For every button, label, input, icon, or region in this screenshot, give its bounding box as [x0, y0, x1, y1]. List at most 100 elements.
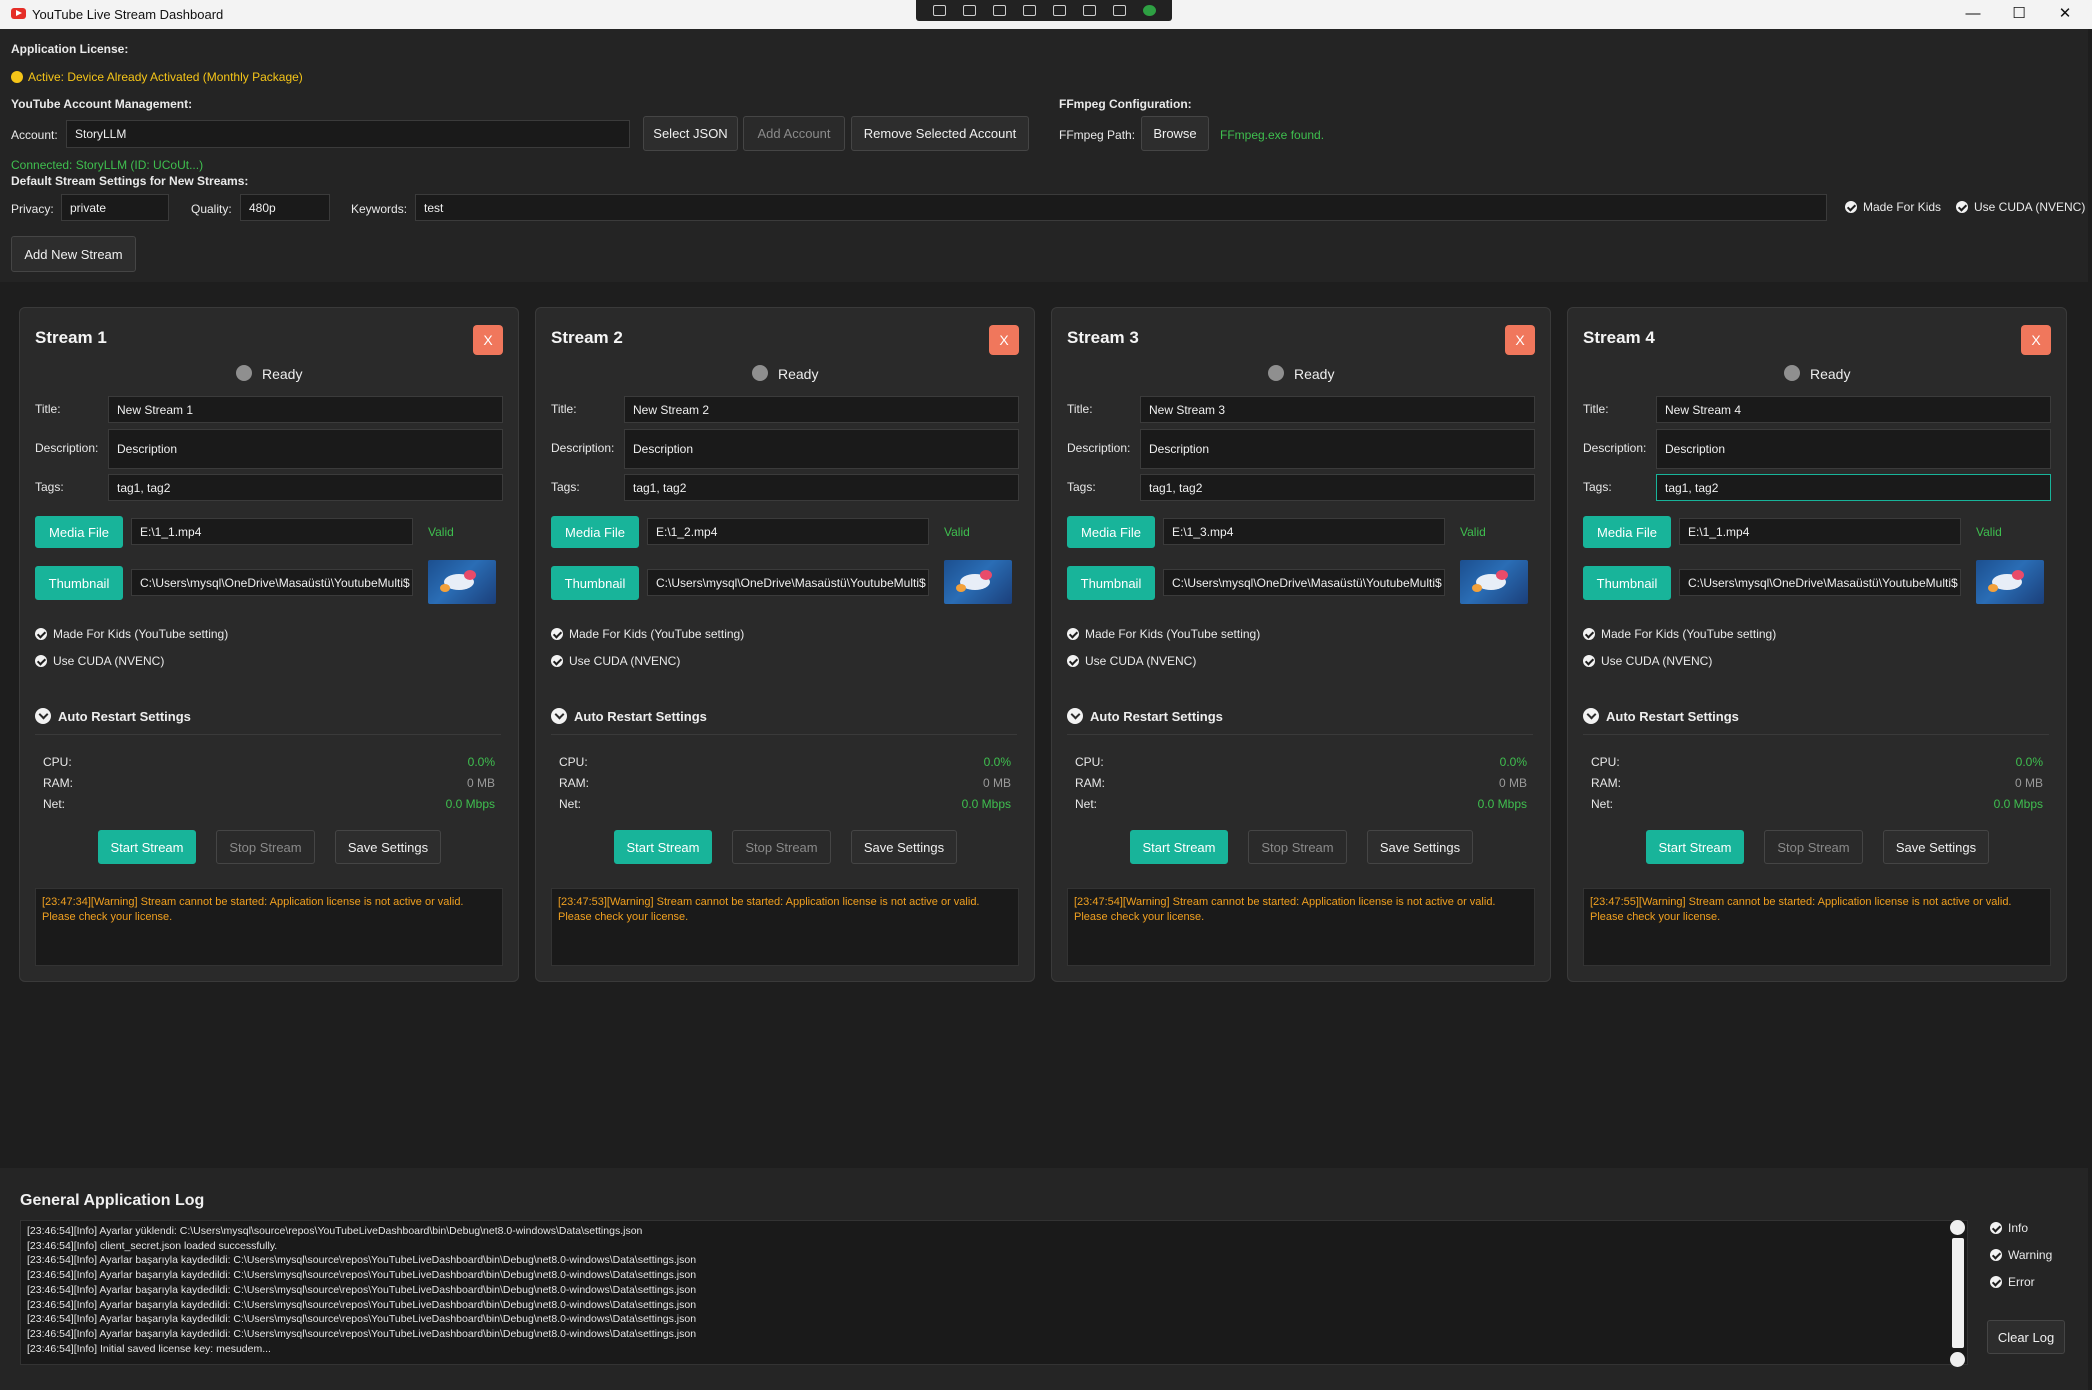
made-for-kids-checkbox[interactable]: Made For Kids (YouTube setting) [1583, 627, 1776, 641]
stream-title-input[interactable]: New Stream 3 [1140, 396, 1535, 423]
start-stream-button[interactable]: Start Stream [1646, 830, 1744, 864]
screen-capture-toolbar[interactable] [916, 0, 1172, 21]
stream-title-input[interactable]: New Stream 2 [624, 396, 1019, 423]
stream-log: [23:47:55][Warning] Stream cannot be sta… [1583, 888, 2051, 966]
log-filter-info-checkbox[interactable]: Info [1990, 1221, 2028, 1235]
ffmpeg-browse-button[interactable]: Browse [1141, 116, 1209, 151]
made-for-kids-checkbox[interactable]: Made For Kids (YouTube setting) [1067, 627, 1260, 641]
log-filter-error-checkbox[interactable]: Error [1990, 1275, 2035, 1289]
capture-settings-icon[interactable] [1082, 5, 1096, 16]
default-use-cuda-checkbox[interactable]: Use CUDA (NVENC) [1956, 200, 2085, 214]
net-label: Net: [559, 797, 582, 811]
media-file-path[interactable]: E:\1_1.mp4 [131, 518, 413, 545]
capture-pointer-icon[interactable] [992, 5, 1006, 16]
stream-status: Ready [1294, 366, 1335, 382]
clear-log-button[interactable]: Clear Log [1987, 1320, 2065, 1354]
save-settings-button[interactable]: Save Settings [851, 830, 957, 864]
ram-value: 0 MB [2014, 776, 2043, 790]
start-stream-button[interactable]: Start Stream [98, 830, 196, 864]
select-json-button[interactable]: Select JSON [643, 116, 738, 151]
save-settings-button[interactable]: Save Settings [335, 830, 441, 864]
stop-stream-button[interactable]: Stop Stream [732, 830, 831, 864]
stream-title-input[interactable]: New Stream 1 [108, 396, 503, 423]
keywords-input[interactable]: test [415, 194, 1827, 221]
remove-account-button[interactable]: Remove Selected Account [851, 116, 1029, 151]
general-log-output[interactable]: [23:46:54][Info] Ayarlar yüklendi: C:\Us… [20, 1220, 1968, 1365]
start-stream-button[interactable]: Start Stream [1130, 830, 1228, 864]
auto-restart-toggle[interactable]: Auto Restart Settings [1067, 708, 1223, 724]
use-cuda-checkbox[interactable]: Use CUDA (NVENC) [551, 654, 680, 668]
remove-stream-button[interactable]: X [989, 325, 1019, 355]
log-filter-warning-checkbox[interactable]: Warning [1990, 1248, 2052, 1262]
account-select[interactable]: StoryLLM [66, 120, 630, 148]
remove-stream-button[interactable]: X [1505, 325, 1535, 355]
thumbnail-button[interactable]: Thumbnail [35, 566, 123, 600]
use-cuda-checkbox[interactable]: Use CUDA (NVENC) [35, 654, 164, 668]
save-settings-button[interactable]: Save Settings [1367, 830, 1473, 864]
media-file-button[interactable]: Media File [35, 516, 123, 548]
scroll-down-icon[interactable] [1950, 1352, 1965, 1367]
media-file-button[interactable]: Media File [1583, 516, 1671, 548]
capture-video-icon[interactable] [962, 5, 976, 16]
stream-title-input[interactable]: New Stream 4 [1656, 396, 2051, 423]
close-window-button[interactable]: ✕ [2042, 0, 2088, 29]
thumbnail-button[interactable]: Thumbnail [1067, 566, 1155, 600]
stop-stream-button[interactable]: Stop Stream [1764, 830, 1863, 864]
thumbnail-path[interactable]: C:\Users\mysql\OneDrive\Masaüstü\Youtube… [131, 569, 413, 596]
capture-screen-icon[interactable] [1052, 5, 1066, 16]
stream-tags-input[interactable]: tag1, tag2 [624, 474, 1019, 501]
stream-tags-input[interactable]: tag1, tag2 [1656, 474, 2051, 501]
tags-label: Tags: [551, 480, 580, 494]
save-settings-button[interactable]: Save Settings [1883, 830, 1989, 864]
maximize-button[interactable]: ☐ [1996, 0, 2042, 29]
auto-restart-toggle[interactable]: Auto Restart Settings [1583, 708, 1739, 724]
remove-stream-button[interactable]: X [473, 325, 503, 355]
stream-description-input[interactable]: Description [624, 429, 1019, 469]
start-stream-button[interactable]: Start Stream [614, 830, 712, 864]
stream-description-input[interactable]: Description [1140, 429, 1535, 469]
capture-window-icon[interactable] [1022, 5, 1036, 16]
media-file-button[interactable]: Media File [1067, 516, 1155, 548]
thumbnail-button[interactable]: Thumbnail [551, 566, 639, 600]
thumbnail-path[interactable]: C:\Users\mysql\OneDrive\Masaüstü\Youtube… [1163, 569, 1445, 596]
made-for-kids-checkbox[interactable]: Made For Kids (YouTube setting) [35, 627, 228, 641]
stream-tags-input[interactable]: tag1, tag2 [1140, 474, 1535, 501]
capture-accessibility-icon[interactable] [1112, 5, 1126, 16]
privacy-select[interactable]: private [61, 194, 169, 221]
scroll-up-icon[interactable] [1950, 1220, 1965, 1235]
media-file-path[interactable]: E:\1_2.mp4 [647, 518, 929, 545]
auto-restart-toggle[interactable]: Auto Restart Settings [35, 708, 191, 724]
stream-description-input[interactable]: Description [108, 429, 503, 469]
defaults-heading: Default Stream Settings for New Streams: [11, 174, 249, 188]
youtube-logo-icon [11, 8, 26, 19]
stream-description-input[interactable]: Description [1656, 429, 2051, 469]
media-file-path[interactable]: E:\1_1.mp4 [1679, 518, 1961, 545]
capture-confirm-icon[interactable] [1142, 5, 1156, 16]
auto-restart-toggle[interactable]: Auto Restart Settings [551, 708, 707, 724]
media-file-button[interactable]: Media File [551, 516, 639, 548]
thumbnail-button[interactable]: Thumbnail [1583, 566, 1671, 600]
thumbnail-path[interactable]: C:\Users\mysql\OneDrive\Masaüstü\Youtube… [1679, 569, 1961, 596]
stream-tags-input[interactable]: tag1, tag2 [108, 474, 503, 501]
net-label: Net: [1591, 797, 1614, 811]
stop-stream-button[interactable]: Stop Stream [1248, 830, 1347, 864]
media-file-path[interactable]: E:\1_3.mp4 [1163, 518, 1445, 545]
minimize-button[interactable]: — [1950, 0, 1996, 29]
add-account-button[interactable]: Add Account [743, 116, 845, 151]
quality-select[interactable]: 480p [240, 194, 330, 221]
stop-stream-button[interactable]: Stop Stream [216, 830, 315, 864]
capture-region-icon[interactable] [932, 5, 946, 16]
use-cuda-checkbox[interactable]: Use CUDA (NVENC) [1067, 654, 1196, 668]
log-scrollbar-thumb[interactable] [1952, 1238, 1964, 1348]
made-for-kids-checkbox[interactable]: Made For Kids (YouTube setting) [551, 627, 744, 641]
media-file-status: Valid [428, 525, 454, 539]
cpu-value: 0.0% [2015, 755, 2043, 769]
default-made-for-kids-checkbox[interactable]: Made For Kids [1845, 200, 1941, 214]
keywords-label: Keywords: [351, 202, 408, 216]
log-line: [23:46:54][Info] client_secret.json load… [27, 1239, 278, 1252]
thumbnail-path[interactable]: C:\Users\mysql\OneDrive\Masaüstü\Youtube… [647, 569, 929, 596]
add-new-stream-button[interactable]: Add New Stream [11, 236, 136, 272]
use-cuda-checkbox[interactable]: Use CUDA (NVENC) [1583, 654, 1712, 668]
remove-stream-button[interactable]: X [2021, 325, 2051, 355]
stream-log: [23:47:34][Warning] Stream cannot be sta… [35, 888, 503, 966]
